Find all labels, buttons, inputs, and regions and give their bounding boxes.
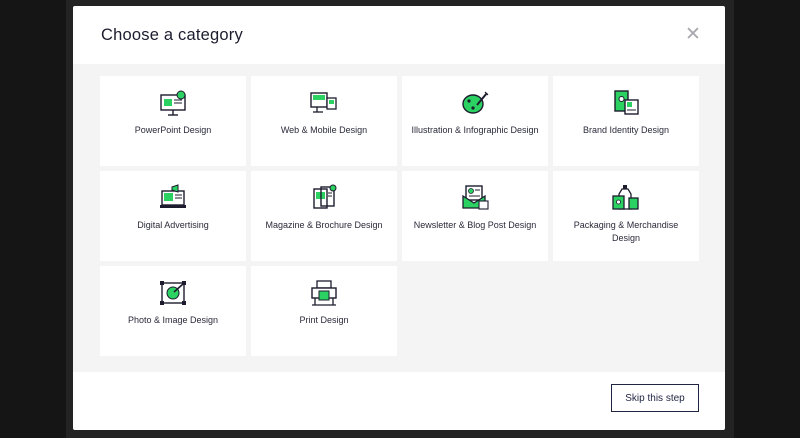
category-label: PowerPoint Design: [134, 125, 212, 135]
category-label: Web & Mobile Design: [280, 125, 368, 135]
modal-title: Choose a category: [101, 26, 243, 44]
category-card-magazine[interactable]: Magazine & Brochure Design: [251, 171, 397, 261]
skip-step-button[interactable]: Skip this step: [611, 384, 699, 412]
category-card-brand-identity[interactable]: Brand Identity Design: [553, 76, 699, 166]
illustration-icon: [462, 91, 489, 114]
category-card-illustration[interactable]: Illustration & Infographic Design: [402, 76, 548, 166]
category-label: Print Design: [299, 315, 349, 325]
category-card-print[interactable]: Print Design: [251, 266, 397, 356]
category-label: Illustration & Infographic Design: [411, 125, 539, 135]
category-card-web-mobile[interactable]: Web & Mobile Design: [251, 76, 397, 166]
category-card-newsletter[interactable]: Newsletter & Blog Post Design: [402, 171, 548, 261]
magazine-icon: [313, 184, 337, 209]
category-grid: PowerPoint Design Web & Mobile Design Il…: [100, 76, 699, 356]
category-label: Magazine & Brochure Design: [265, 220, 383, 230]
category-label: Newsletter & Blog Post Design: [413, 220, 537, 230]
printer-icon: [311, 280, 337, 306]
category-card-powerpoint[interactable]: PowerPoint Design: [100, 76, 246, 166]
digital-ad-icon: [160, 184, 186, 208]
category-card-digital-advertising[interactable]: Digital Advertising: [100, 171, 246, 261]
presentation-icon: [160, 90, 186, 116]
category-modal: Choose a category ✕ PowerPoint Design We…: [73, 6, 725, 430]
close-icon: ✕: [685, 23, 701, 45]
category-card-packaging[interactable]: Packaging & Merchandise Design: [553, 171, 699, 261]
photo-icon: [160, 281, 186, 305]
category-label: Packaging & Merchandise Design: [573, 220, 679, 243]
newsletter-icon: [462, 185, 489, 210]
brand-identity-icon: [614, 90, 639, 115]
category-label: Photo & Image Design: [127, 315, 219, 325]
category-card-photo-image[interactable]: Photo & Image Design: [100, 266, 246, 356]
category-label: Digital Advertising: [137, 220, 209, 230]
packaging-icon: [612, 185, 639, 210]
devices-icon: [310, 92, 337, 113]
modal-header: Choose a category ✕: [73, 6, 725, 64]
category-label: Brand Identity Design: [582, 125, 670, 135]
close-button[interactable]: ✕: [683, 23, 703, 45]
category-panel: PowerPoint Design Web & Mobile Design Il…: [73, 64, 725, 372]
modal-footer: Skip this step: [73, 372, 725, 430]
